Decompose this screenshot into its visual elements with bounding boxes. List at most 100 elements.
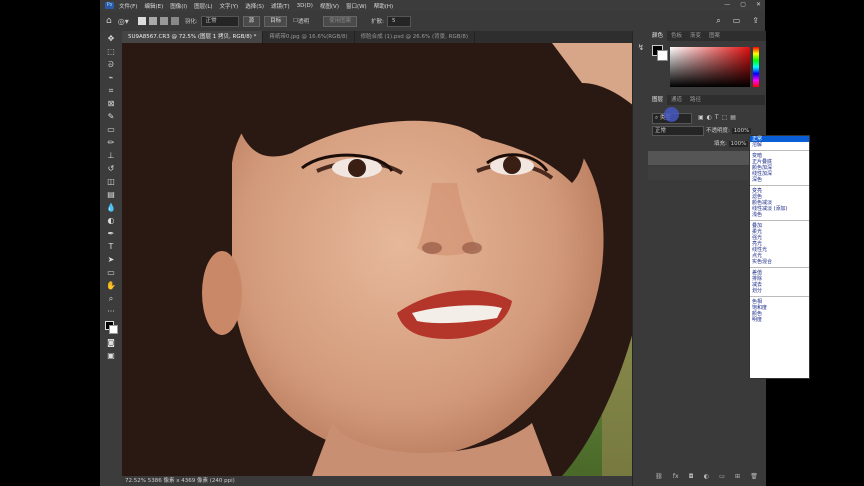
- gradient-tool-icon[interactable]: ▤: [105, 189, 117, 200]
- eraser-tool-icon[interactable]: ◫: [105, 176, 117, 187]
- new-layer-icon[interactable]: ⊞: [735, 473, 740, 482]
- mask-icon[interactable]: ◘: [689, 473, 694, 482]
- hue-slider[interactable]: [753, 47, 759, 87]
- zoom-tool-icon[interactable]: ⌕: [105, 293, 117, 304]
- screen-mode-icon[interactable]: ▣: [105, 350, 117, 361]
- subtract-selection-icon[interactable]: [159, 17, 168, 25]
- fill-value[interactable]: 100%: [728, 141, 749, 147]
- eyedropper-tool-icon[interactable]: ✎: [105, 111, 117, 122]
- menu-edit[interactable]: 编辑(E): [144, 2, 163, 10]
- tool-preset-picker[interactable]: ◎▾: [118, 17, 129, 26]
- new-selection-icon[interactable]: [137, 17, 146, 25]
- tab-document-2[interactable]: 蒋纸带0.jpg @ 16.6%(RGB/8): [263, 31, 355, 43]
- shape-tool-icon[interactable]: ▭: [105, 267, 117, 278]
- intersect-selection-icon[interactable]: [170, 17, 179, 25]
- blend-option[interactable]: 深色: [750, 177, 809, 183]
- menu-window[interactable]: 窗口(W): [346, 2, 367, 10]
- blend-mode-dropdown[interactable]: 正常 溶解 变暗 正片叠底 颜色加深 线性加深 深色 变亮 滤色 颜色减淡 线性…: [749, 135, 810, 379]
- fg-bg-swatch[interactable]: [652, 45, 668, 61]
- delete-layer-icon[interactable]: 🗑: [750, 473, 758, 482]
- layer-row-selected[interactable]: [648, 151, 765, 165]
- menu-file[interactable]: 文件(F): [119, 2, 137, 10]
- menu-filter[interactable]: 滤镜(T): [271, 2, 290, 10]
- close-button[interactable]: ✕: [756, 1, 761, 8]
- diffusion-select[interactable]: 5: [386, 15, 411, 27]
- blend-option[interactable]: 划分: [750, 288, 809, 294]
- menu-image[interactable]: 图像(I): [170, 2, 187, 10]
- workspace-icon[interactable]: ▭: [733, 16, 741, 26]
- blend-option[interactable]: 溶解: [750, 142, 809, 148]
- pixel-filter-icon[interactable]: ▣: [698, 114, 704, 121]
- home-icon[interactable]: ⌂: [106, 16, 112, 26]
- menu-layer[interactable]: 图层(L): [194, 2, 212, 10]
- tab-color[interactable]: 颜色: [648, 31, 668, 41]
- healing-tool-icon[interactable]: ▭: [105, 124, 117, 135]
- layer-blend-select[interactable]: 正常: [652, 126, 704, 136]
- color-swatches-icon[interactable]: [105, 319, 118, 335]
- history-panel-icon[interactable]: ↯: [633, 43, 649, 52]
- menu-select[interactable]: 选择(S): [245, 2, 264, 10]
- adjustment-layer-icon[interactable]: ◐: [704, 473, 709, 482]
- quick-mask-icon[interactable]: ◙: [105, 337, 117, 348]
- tab-document-1[interactable]: 5U9A8567.CR3 @ 72.5% (图层 1 拷贝, RGB/8) *: [122, 31, 264, 43]
- menu-view[interactable]: 视图(V): [320, 2, 339, 10]
- lasso-tool-icon[interactable]: ᘐ: [105, 59, 117, 70]
- frame-tool-icon[interactable]: ⊠: [105, 98, 117, 109]
- fill-control[interactable]: 填充: 100%: [714, 139, 749, 147]
- options-right-icons: ⌕ ▭ ⇪: [716, 16, 759, 26]
- menu-help[interactable]: 帮助(H): [374, 2, 393, 10]
- brush-tool-icon[interactable]: ✏: [105, 137, 117, 148]
- target-button[interactable]: 目标: [264, 15, 288, 27]
- tab-document-3[interactable]: 修脸合成 (1).psd @ 26.6% (背景, RGB/8): [355, 31, 475, 43]
- group-icon[interactable]: ▭: [719, 473, 725, 482]
- pen-tool-icon[interactable]: ✒: [105, 228, 117, 239]
- blend-option[interactable]: 明度: [750, 317, 809, 323]
- maximize-button[interactable]: ▢: [740, 1, 746, 8]
- smart-filter-icon[interactable]: ▤: [730, 114, 736, 121]
- minimize-button[interactable]: —: [724, 1, 730, 8]
- link-layers-icon[interactable]: ⛓: [655, 473, 663, 482]
- search-icon[interactable]: ⌕: [716, 16, 720, 26]
- source-button[interactable]: 源: [242, 15, 261, 27]
- quick-select-tool-icon[interactable]: ⌁: [105, 72, 117, 83]
- move-tool-icon[interactable]: ✥: [105, 33, 117, 44]
- adjust-filter-icon[interactable]: ◐: [707, 114, 712, 121]
- blend-option[interactable]: 浅色: [750, 212, 809, 218]
- menu-type[interactable]: 文字(Y): [220, 2, 239, 10]
- more-tools-icon[interactable]: ···: [105, 306, 117, 317]
- menu-3d[interactable]: 3D(D): [297, 3, 313, 9]
- marquee-tool-icon[interactable]: ⬚: [105, 46, 117, 57]
- opacity-control[interactable]: 不透明度: 100%: [706, 126, 752, 134]
- path-select-icon[interactable]: ➤: [105, 254, 117, 265]
- tab-layers[interactable]: 图层: [648, 95, 668, 105]
- dodge-tool-icon[interactable]: ◐: [105, 215, 117, 226]
- crop-tool-icon[interactable]: ⌗: [105, 85, 117, 96]
- blend-option[interactable]: 实色混合: [750, 259, 809, 265]
- history-brush-icon[interactable]: ↺: [105, 163, 117, 174]
- fx-icon[interactable]: fx: [673, 473, 679, 482]
- blur-tool-icon[interactable]: 💧: [105, 202, 117, 213]
- opacity-value[interactable]: 100%: [731, 128, 752, 134]
- transparent-checkbox[interactable]: ☐ 透明: [293, 17, 309, 25]
- type-tool-icon[interactable]: T: [105, 241, 117, 252]
- share-icon[interactable]: ⇪: [752, 16, 759, 26]
- stamp-tool-icon[interactable]: ⊥: [105, 150, 117, 161]
- transparent-label: 透明: [298, 19, 310, 25]
- patch-mode-select[interactable]: 正常: [200, 15, 239, 27]
- tab-patterns[interactable]: 图案: [705, 31, 724, 41]
- color-picker-field[interactable]: [670, 47, 750, 87]
- use-pattern-button[interactable]: 使用图案: [323, 15, 358, 27]
- add-selection-icon[interactable]: [148, 17, 157, 25]
- hand-tool-icon[interactable]: ✋: [105, 280, 117, 291]
- shape-filter-icon[interactable]: ⬚: [722, 114, 728, 121]
- tab-gradients[interactable]: 渐变: [686, 31, 705, 41]
- tab-paths[interactable]: 路径: [686, 95, 705, 105]
- tab-channels[interactable]: 通道: [667, 95, 686, 105]
- menu-bar: Ps 文件(F) 编辑(E) 图像(I) 图层(L) 文字(Y) 选择(S) 滤…: [100, 0, 765, 11]
- dropdown-divider: [750, 150, 809, 151]
- layer-row[interactable]: [648, 166, 765, 180]
- tab-swatches[interactable]: 色板: [667, 31, 686, 41]
- selection-mode-icons[interactable]: [135, 17, 179, 25]
- type-filter-icon[interactable]: T: [715, 114, 719, 121]
- fill-label: 填充:: [714, 141, 727, 147]
